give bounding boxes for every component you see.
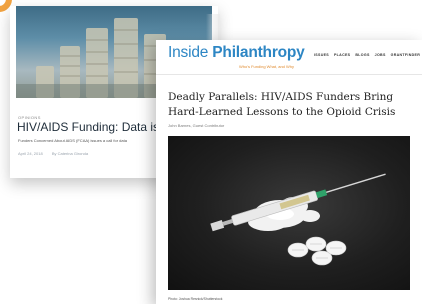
article-headline: Deadly Parallels: HIV/AIDS Funders Bring…: [168, 91, 396, 118]
article-meta: April 24, 2018 By Caterina Gironda: [18, 151, 88, 156]
nav-item-jobs[interactable]: JOBS: [375, 53, 386, 57]
nav-item-grantfinder[interactable]: GRANTFINDER: [391, 53, 420, 57]
logo-word-philanthropy: Philanthropy: [212, 44, 305, 61]
article-author: By Caterina Gironda: [51, 151, 89, 156]
photo-credit: Photo: Joshua Resnick/Shutterstock: [168, 297, 223, 301]
front-article-card[interactable]: Inside Philanthropy Who's Funding What, …: [156, 40, 422, 304]
article-date: April 24, 2018: [18, 151, 43, 156]
logo-word-inside: Inside: [168, 44, 213, 61]
nav-item-issues[interactable]: ISSUES: [314, 53, 329, 57]
article-photo: [168, 136, 410, 290]
nav-item-blogs[interactable]: BLOGS: [355, 53, 369, 57]
main-nav: ISSUES PLACES BLOGS JOBS GRANTFINDER: [314, 53, 420, 57]
article-byline: John Barnes, Guest Contributor: [168, 123, 225, 128]
header-divider: [156, 74, 422, 75]
site-logo[interactable]: Inside Philanthropy: [168, 44, 305, 62]
site-tagline: Who's Funding What, and Why: [239, 64, 295, 69]
nav-item-places[interactable]: PLACES: [334, 53, 350, 57]
